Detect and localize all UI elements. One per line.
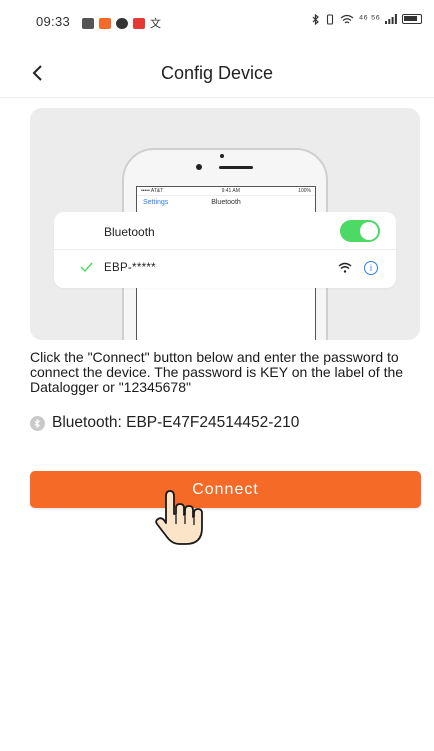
phone-nav-bar: Settings Bluetooth — [137, 196, 315, 210]
page-header: Config Device — [0, 48, 434, 98]
phone-speaker — [219, 166, 253, 169]
check-icon — [80, 262, 93, 272]
bluetooth-toggle — [340, 220, 380, 242]
phone-camera — [196, 164, 202, 170]
phone-time: 9:41 AM — [221, 188, 240, 194]
device-name: EBP-***** — [104, 262, 156, 274]
bluetooth-device-name: Bluetooth: EBP-E47F24514452-210 — [52, 414, 300, 431]
phone-carrier: ••••• AT&T — [141, 188, 164, 194]
bluetooth-icon — [312, 13, 319, 25]
phone-nav-title: Bluetooth — [211, 199, 241, 206]
signal-label: ⁴⁶ ⁵⁶ — [358, 13, 380, 25]
bluetooth-panel: Bluetooth EBP-***** i — [54, 212, 396, 288]
vibrate-icon — [326, 13, 333, 25]
bluetooth-label: Bluetooth — [104, 225, 155, 239]
bluetooth-device-row: EBP-***** i — [54, 250, 396, 288]
app-badge-icon — [133, 17, 145, 29]
bluetooth-illustration: ••••• AT&T 9:41 AM 100% Settings Bluetoo… — [30, 108, 420, 340]
wifi-icon — [338, 262, 352, 273]
info-icon: i — [364, 261, 378, 275]
phone-sensor — [220, 154, 224, 158]
status-system-icons: ⁴⁶ ⁵⁶ — [312, 13, 422, 25]
instruction-text: Click the "Connect" button below and ent… — [30, 349, 404, 395]
bluetooth-icon — [30, 415, 45, 431]
toggle-knob — [360, 222, 378, 240]
bluetooth-toggle-row: Bluetooth — [54, 212, 396, 250]
bluetooth-device-info: Bluetooth: EBP-E47F24514452-210 — [30, 414, 299, 432]
page-title: Config Device — [160, 63, 274, 83]
wifi-icon — [340, 14, 353, 23]
signal-icon — [385, 14, 397, 24]
status-notification-icons: 文 — [82, 15, 161, 31]
status-time: 09:33 — [36, 14, 71, 29]
chat-icon — [116, 17, 128, 29]
battery-icon — [402, 14, 422, 24]
phone-status-bar: ••••• AT&T 9:41 AM 100% — [137, 187, 315, 196]
translate-icon: 文 — [150, 18, 161, 30]
phone-battery: 100% — [298, 188, 311, 194]
connect-button[interactable]: Connect — [30, 471, 421, 508]
status-bar: 09:33 文 ⁴⁶ ⁵⁶ — [0, 0, 434, 40]
alarm-icon — [82, 17, 94, 29]
app-icon — [99, 17, 111, 29]
